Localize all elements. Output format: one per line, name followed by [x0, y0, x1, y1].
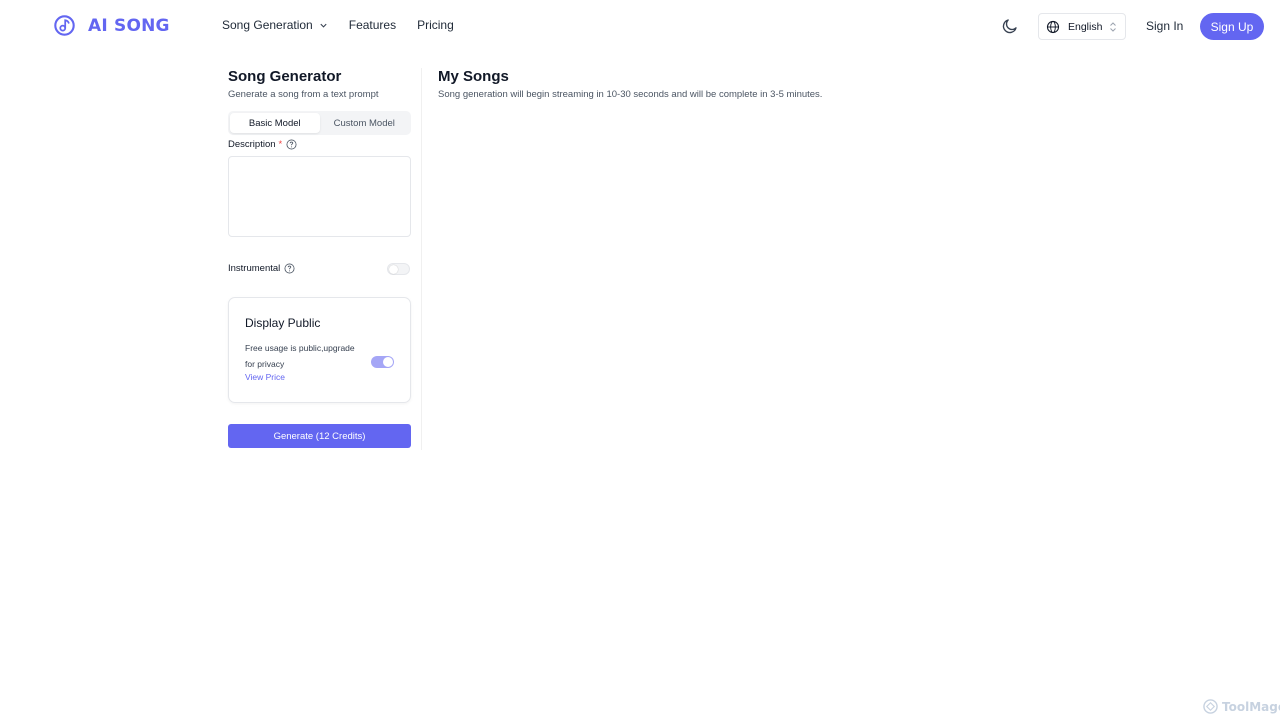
- watermark: ToolMage: [1203, 699, 1280, 714]
- description-label-row: Description *: [228, 139, 297, 150]
- moon-icon[interactable]: [1001, 17, 1019, 35]
- panel-divider: [421, 68, 422, 450]
- chevron-down-icon: [320, 23, 327, 28]
- nav-pricing[interactable]: Pricing: [417, 18, 454, 32]
- required-marker: *: [278, 139, 283, 150]
- help-circle-icon[interactable]: [286, 139, 297, 150]
- generate-button[interactable]: Generate (12 Credits): [228, 424, 411, 448]
- instrumental-toggle[interactable]: [387, 263, 410, 275]
- my-songs-panel: My Songs Song generation will begin stre…: [438, 68, 822, 100]
- nav-song-generation-label: Song Generation: [222, 18, 313, 32]
- display-public-title: Display Public: [245, 316, 321, 330]
- generator-title: Song Generator: [228, 68, 342, 85]
- my-songs-title: My Songs: [438, 68, 509, 85]
- instrumental-label: Instrumental: [228, 263, 281, 274]
- toggle-knob: [389, 265, 398, 274]
- description-input[interactable]: [228, 156, 411, 237]
- sort-arrows-icon: [1110, 22, 1116, 32]
- language-label: English: [1068, 20, 1103, 33]
- sign-in-link[interactable]: Sign In: [1146, 19, 1183, 33]
- instrumental-label-row: Instrumental: [228, 263, 295, 274]
- globe-icon: [1046, 20, 1060, 33]
- description-label: Description: [228, 139, 276, 150]
- display-public-text: Free usage is public,upgrade for privacy: [245, 343, 355, 369]
- nav-song-generation[interactable]: Song Generation: [222, 18, 328, 32]
- language-select[interactable]: English: [1038, 13, 1126, 40]
- tab-basic-model[interactable]: Basic Model: [230, 113, 320, 133]
- music-note-logo-icon: [54, 15, 75, 36]
- tab-custom-model[interactable]: Custom Model: [320, 113, 410, 133]
- logo[interactable]: AI SONG: [54, 15, 170, 36]
- song-generator-panel: Song Generator Generate a song from a te…: [228, 68, 411, 448]
- view-price-link[interactable]: View Price: [245, 372, 285, 382]
- display-public-card: Display Public Free usage is public,upgr…: [228, 297, 411, 403]
- watermark-text: ToolMage: [1222, 699, 1280, 714]
- top-header: AI SONG Song Generation Features Pricing…: [0, 0, 1280, 52]
- nav-features[interactable]: Features: [349, 18, 396, 32]
- watermark-logo-icon: [1203, 699, 1218, 714]
- toggle-knob: [383, 357, 393, 367]
- model-tabs: Basic Model Custom Model: [228, 111, 411, 135]
- nav-features-label: Features: [348, 18, 397, 32]
- sign-up-button[interactable]: Sign Up: [1200, 13, 1264, 40]
- nav-pricing-label: Pricing: [417, 18, 454, 32]
- help-circle-icon[interactable]: [284, 263, 295, 274]
- display-public-toggle[interactable]: [371, 356, 394, 368]
- main-nav: Song Generation Features Pricing: [222, 18, 454, 32]
- logo-text: AI SONG: [88, 15, 170, 36]
- my-songs-subtitle: Song generation will begin streaming in …: [438, 89, 823, 100]
- generator-subtitle: Generate a song from a text prompt: [228, 89, 379, 100]
